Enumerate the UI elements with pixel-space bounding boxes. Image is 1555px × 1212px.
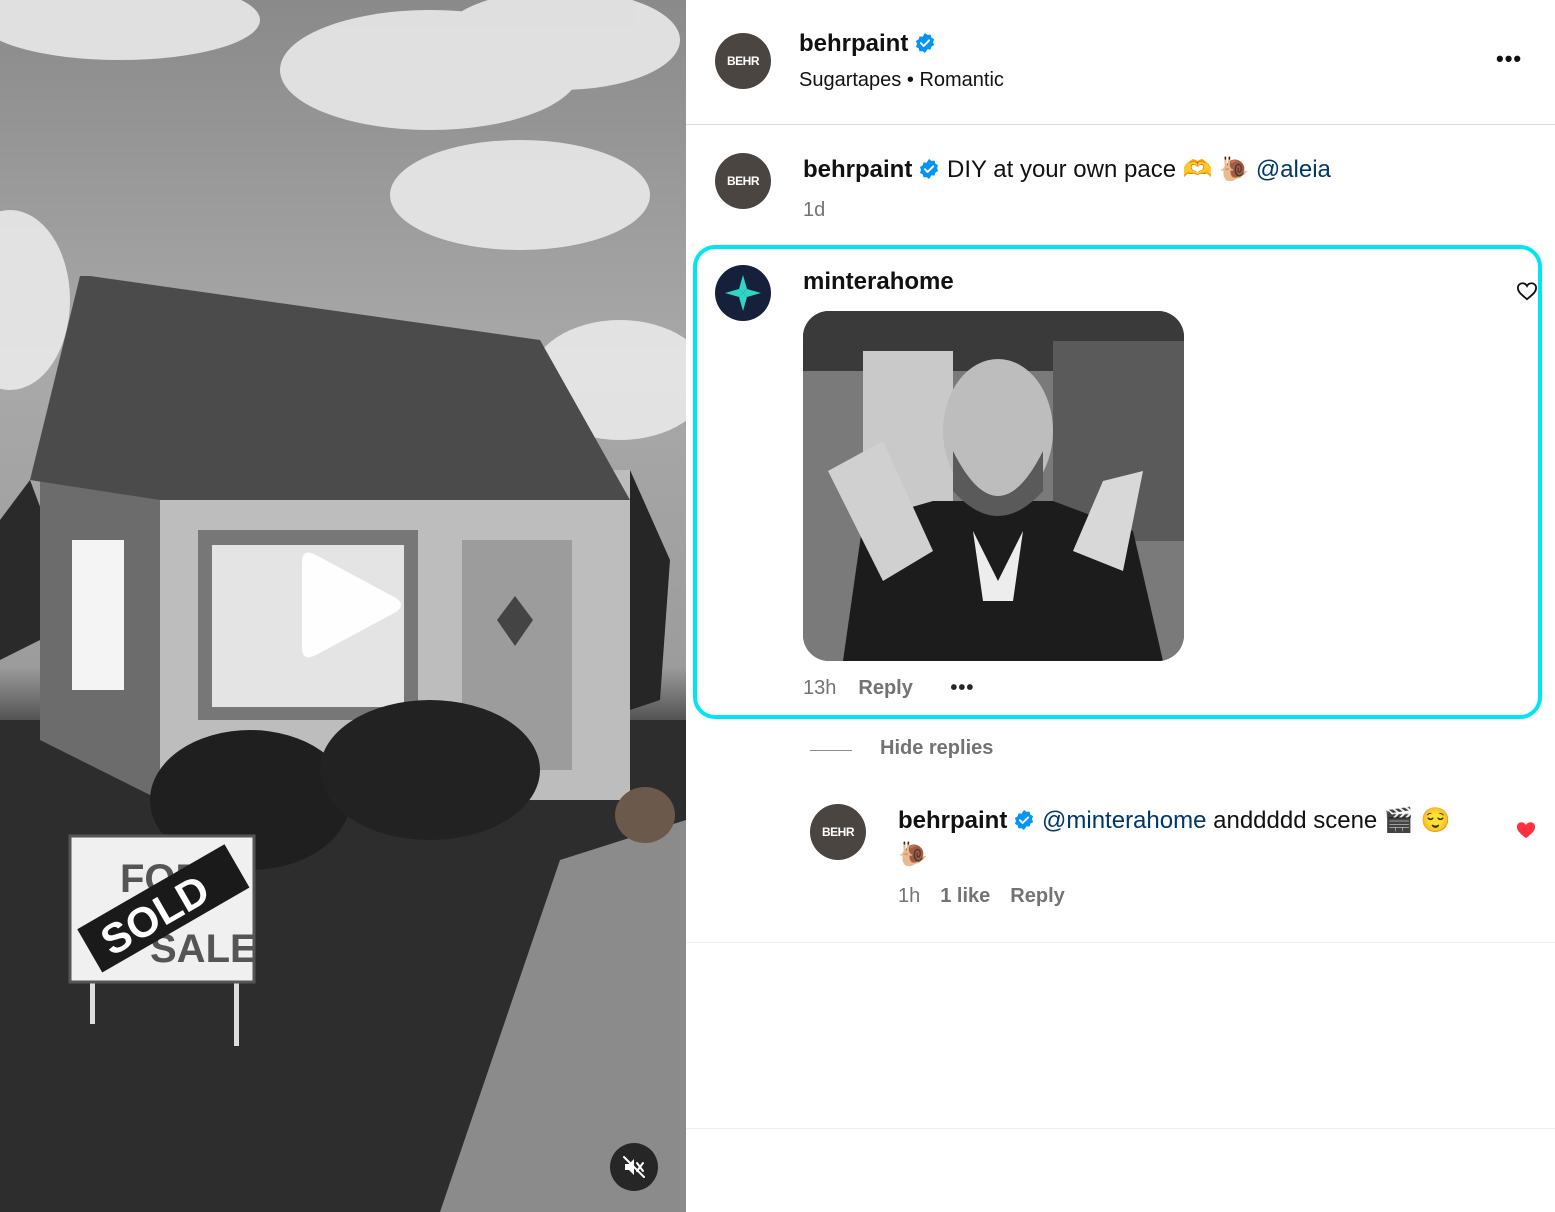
reply-author[interactable]: behrpaint	[898, 807, 1007, 834]
comment-author[interactable]: minterahome	[803, 268, 954, 296]
comments-panel: BEHR behrpaint Sugartapes • Romantic •••…	[686, 0, 1555, 1212]
author-username-row: behrpaint	[799, 30, 936, 58]
avatar-text: BEHR	[726, 54, 760, 68]
replies-divider-line	[810, 750, 852, 751]
caption-time[interactable]: 1d	[803, 199, 825, 222]
muted-speaker-icon	[623, 1156, 645, 1178]
caption-mention-link[interactable]: @aleia	[1256, 156, 1331, 183]
reply-time[interactable]: 1h	[898, 885, 920, 907]
avatar-text: BEHR	[726, 174, 760, 188]
hide-replies-button[interactable]: Hide replies	[880, 737, 993, 760]
reply-text: anddddd scene 🎬 😌	[1206, 807, 1451, 834]
reply-like-button[interactable]	[1515, 820, 1537, 845]
post-media[interactable]: FOR SALE SOLD	[0, 0, 686, 1212]
verified-badge-icon	[916, 32, 935, 54]
play-icon	[302, 552, 401, 658]
reply-reply-button[interactable]: Reply	[1010, 885, 1064, 907]
reply-author-avatar[interactable]: BEHR	[810, 804, 866, 860]
caption-author[interactable]: behrpaint	[803, 156, 912, 183]
verified-badge-icon	[920, 158, 939, 180]
reply-mention-link[interactable]: @minterahome	[1042, 807, 1206, 834]
reply-text-line2: 🐌	[898, 841, 928, 868]
divider	[686, 1128, 1555, 1129]
more-options-icon[interactable]: •••	[1496, 46, 1522, 72]
comment-reply-button[interactable]: Reply	[858, 677, 912, 699]
minterahome-logo-icon	[725, 275, 761, 311]
heart-outline-icon	[1516, 282, 1538, 301]
divider	[686, 942, 1555, 943]
comment-like-button[interactable]	[1516, 281, 1538, 306]
avatar-text: BEHR	[821, 825, 855, 839]
post-header: BEHR behrpaint Sugartapes • Romantic •••	[686, 0, 1555, 125]
commenter-avatar[interactable]	[715, 265, 771, 321]
audio-artist: Sugartapes	[799, 69, 902, 91]
mute-toggle-button[interactable]	[610, 1143, 658, 1191]
reply-likes-count[interactable]: 1 like	[940, 885, 990, 907]
audio-track: Romantic	[919, 69, 1004, 91]
caption: behrpaint DIY at your own pace 🫶 🐌 @alei…	[803, 155, 1331, 184]
comment-meta: 13h Reply •••	[803, 677, 974, 700]
comment-time[interactable]: 13h	[803, 677, 836, 699]
author-username[interactable]: behrpaint	[799, 30, 908, 57]
audio-info[interactable]: Sugartapes • Romantic	[799, 69, 1004, 92]
heart-filled-icon	[1516, 822, 1536, 839]
play-button[interactable]	[292, 548, 404, 662]
reply-body: behrpaint @minterahome anddddd scene 🎬 😌	[898, 806, 1450, 835]
comment-gif[interactable]	[803, 311, 1184, 661]
reply-meta: 1h 1 like Reply	[898, 885, 1065, 908]
audio-separator: •	[906, 69, 914, 91]
comment-more-icon[interactable]: •••	[950, 677, 974, 699]
caption-text: DIY at your own pace 🫶 🐌	[947, 156, 1250, 183]
verified-badge-icon	[1015, 809, 1034, 831]
caption-author-avatar[interactable]: BEHR	[715, 153, 771, 209]
gif-image	[803, 311, 1184, 661]
author-avatar[interactable]: BEHR	[715, 33, 771, 89]
